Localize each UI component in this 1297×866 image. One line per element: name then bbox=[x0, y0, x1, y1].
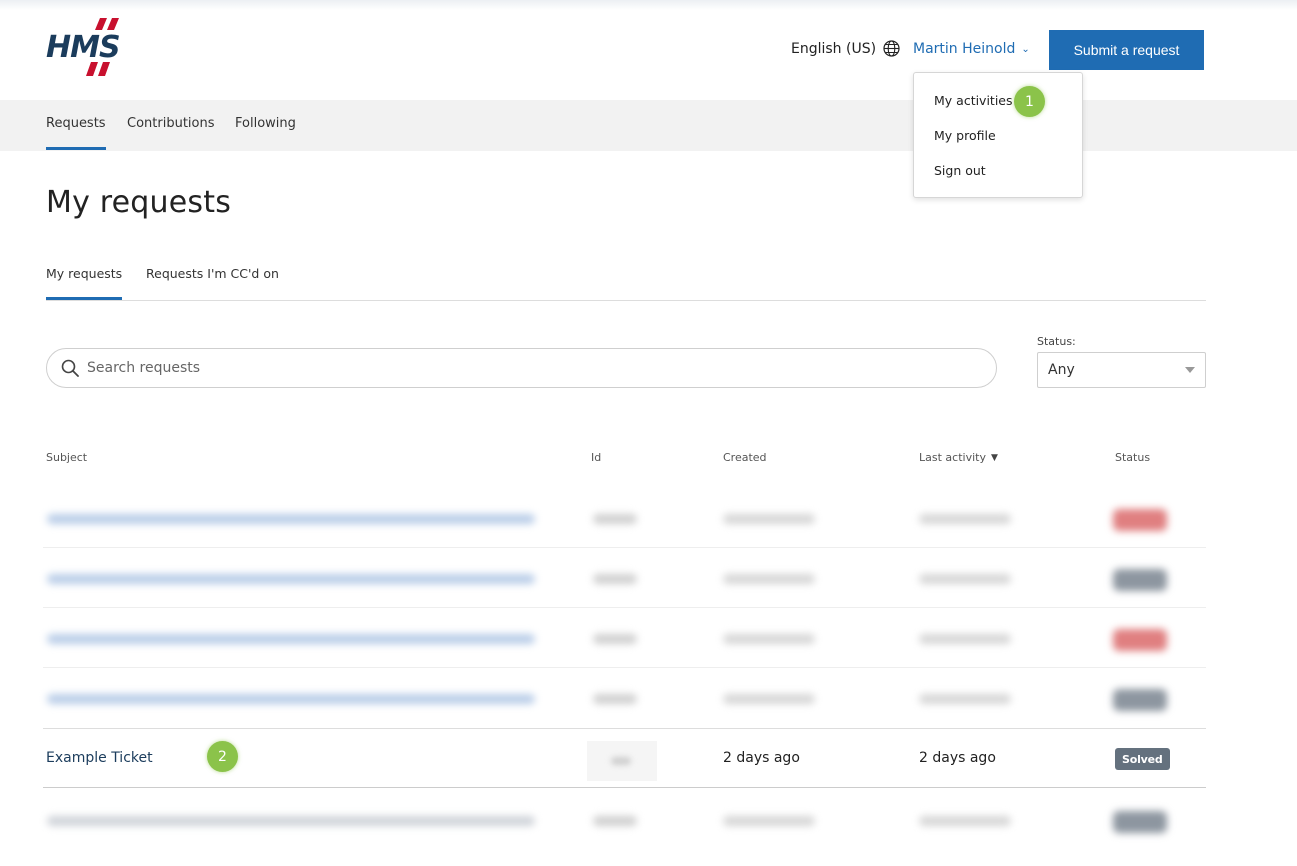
hms-logo[interactable]: HMS bbox=[44, 16, 150, 78]
ticket-id-blurred bbox=[587, 741, 657, 781]
blurred-id bbox=[593, 514, 637, 524]
column-header-id[interactable]: Id bbox=[591, 451, 601, 464]
tab-contributions[interactable]: Contributions bbox=[127, 116, 215, 131]
step-marker-2: 2 bbox=[207, 741, 238, 772]
table-row[interactable] bbox=[43, 608, 1206, 668]
user-menu-toggle[interactable]: Martin Heinold ⌄ bbox=[913, 41, 1030, 57]
blurred-subject bbox=[47, 694, 535, 704]
tab-following[interactable]: Following bbox=[235, 116, 296, 131]
menu-item-my-activities[interactable]: My activities bbox=[934, 93, 1013, 108]
menu-item-sign-out[interactable]: Sign out bbox=[934, 163, 986, 178]
chevron-down-icon: ⌄ bbox=[1021, 44, 1030, 55]
status-badge: Solved bbox=[1115, 748, 1170, 770]
blurred-id bbox=[593, 574, 637, 584]
column-header-status[interactable]: Status bbox=[1115, 451, 1150, 464]
table-row[interactable] bbox=[43, 548, 1206, 608]
sort-desc-icon: ▼ bbox=[990, 452, 998, 463]
blurred-last-activity bbox=[919, 694, 1011, 704]
blurred-subject bbox=[47, 634, 535, 644]
blurred-last-activity bbox=[919, 816, 1011, 826]
table-row[interactable] bbox=[43, 488, 1206, 548]
blurred-subject bbox=[47, 514, 535, 524]
tab-requests[interactable]: Requests bbox=[46, 116, 106, 150]
blurred-created bbox=[723, 694, 815, 704]
blurred-last-activity bbox=[919, 514, 1011, 524]
submit-request-button[interactable]: Submit a request bbox=[1049, 30, 1204, 70]
blurred-created bbox=[723, 634, 815, 644]
logo-text: HMS bbox=[46, 30, 120, 65]
language-label: English (US) bbox=[791, 40, 877, 57]
language-selector[interactable]: English (US) bbox=[791, 40, 900, 57]
blurred-created bbox=[723, 816, 815, 826]
blurred-status-badge bbox=[1113, 689, 1167, 711]
blurred-status-badge bbox=[1113, 811, 1167, 833]
header-label: Last activity bbox=[919, 451, 986, 464]
step-marker-1: 1 bbox=[1014, 86, 1045, 117]
search-input[interactable] bbox=[87, 360, 947, 376]
globe-icon bbox=[883, 40, 900, 57]
caret-down-icon bbox=[1185, 367, 1195, 373]
ticket-last-activity: 2 days ago bbox=[919, 750, 996, 766]
blurred-subject bbox=[47, 816, 535, 826]
header-label: Id bbox=[591, 451, 602, 464]
blurred-created bbox=[723, 574, 815, 584]
search-box[interactable] bbox=[46, 348, 997, 388]
blurred-created bbox=[723, 514, 815, 524]
user-dropdown-menu: My activities My profile Sign out bbox=[913, 72, 1083, 198]
status-filter-select[interactable]: Any bbox=[1037, 352, 1206, 388]
blurred-status-badge bbox=[1113, 569, 1167, 591]
blurred-status-badge bbox=[1113, 629, 1167, 651]
blurred-id bbox=[593, 694, 637, 704]
blurred-subject bbox=[47, 574, 535, 584]
subtab-my-requests[interactable]: My requests bbox=[46, 266, 123, 300]
subtab-cc-requests[interactable]: Requests I'm CC'd on bbox=[146, 266, 279, 281]
status-filter-label: Status: bbox=[1037, 335, 1076, 348]
top-shadow bbox=[0, 0, 1297, 10]
blurred-id bbox=[593, 634, 637, 644]
user-name: Martin Heinold bbox=[913, 41, 1016, 57]
header-label: Created bbox=[723, 451, 767, 464]
ticket-subject-link[interactable]: Example Ticket bbox=[46, 750, 153, 766]
ticket-created: 2 days ago bbox=[723, 750, 800, 766]
blurred-last-activity bbox=[919, 574, 1011, 584]
page-title: My requests bbox=[46, 185, 232, 220]
blurred-status-badge bbox=[1113, 509, 1167, 531]
subtab-divider bbox=[46, 300, 1206, 301]
column-header-subject[interactable]: Subject bbox=[46, 451, 87, 464]
blurred-id bbox=[593, 816, 637, 826]
header-label: Subject bbox=[46, 451, 88, 464]
blurred-last-activity bbox=[919, 634, 1011, 644]
menu-item-my-profile[interactable]: My profile bbox=[934, 128, 996, 143]
column-header-created[interactable]: Created bbox=[723, 451, 767, 464]
search-icon bbox=[61, 359, 79, 377]
table-row[interactable] bbox=[43, 668, 1206, 728]
column-header-last-activity[interactable]: Last activity ▼ bbox=[919, 451, 998, 464]
table-row[interactable] bbox=[43, 790, 1206, 850]
header-label: Status bbox=[1115, 451, 1151, 464]
status-filter-value: Any bbox=[1048, 362, 1075, 378]
